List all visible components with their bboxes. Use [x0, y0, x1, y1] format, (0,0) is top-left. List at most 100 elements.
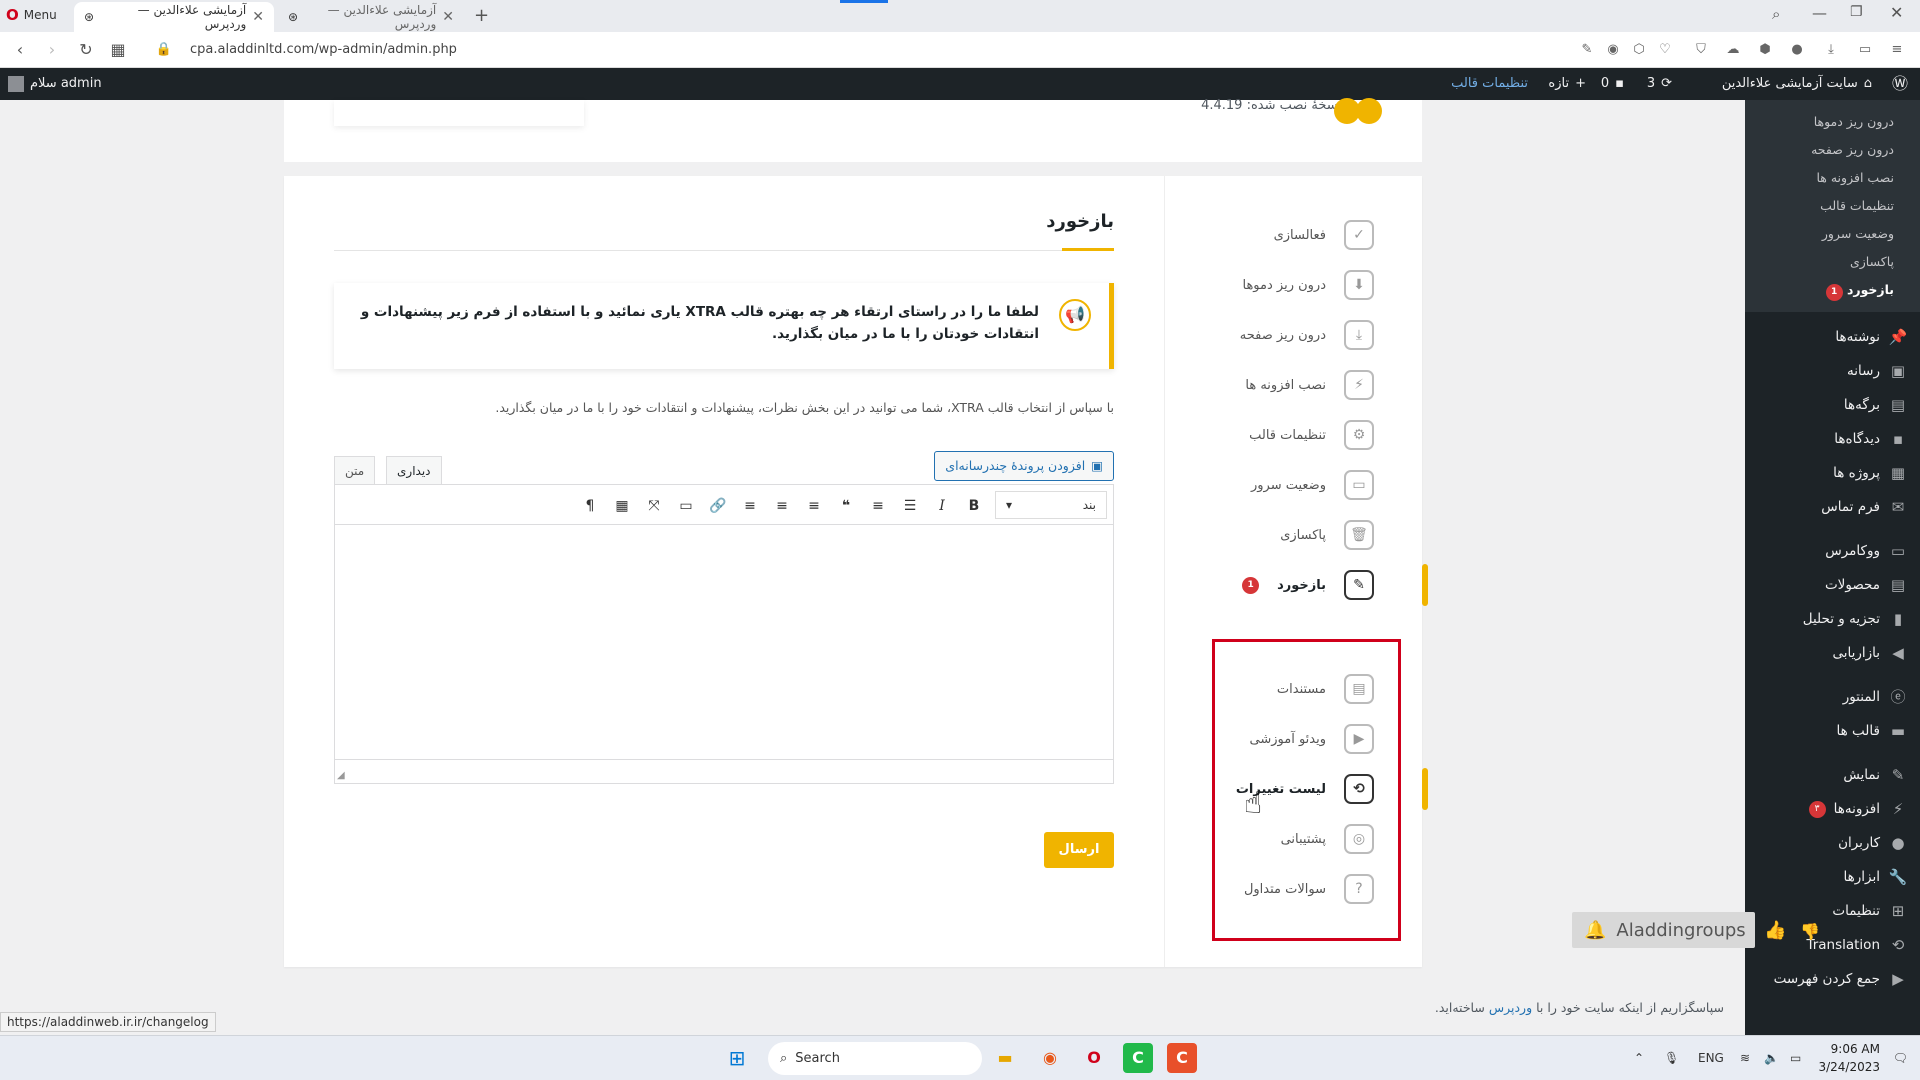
- minimize-icon[interactable]: —: [1812, 4, 1827, 22]
- submenu-item[interactable]: درون ریز صفحه: [1745, 136, 1920, 164]
- wordpress-link[interactable]: وردپرس: [1489, 1000, 1532, 1015]
- menu-products[interactable]: ▤ محصولات: [1745, 568, 1920, 602]
- taskbar-search[interactable]: ⌕ Search: [768, 1042, 982, 1075]
- menu-media[interactable]: ▣ رسانه: [1745, 354, 1920, 388]
- nav-cleanup[interactable]: 🗑 پاکسازی: [1164, 510, 1422, 560]
- vpn-icon[interactable]: ☁: [1724, 41, 1742, 59]
- firefox-icon[interactable]: ◉: [1035, 1043, 1065, 1073]
- forward-icon[interactable]: ›: [42, 40, 62, 60]
- resize-handle-icon[interactable]: ◢: [337, 770, 345, 781]
- bold-icon[interactable]: B: [963, 495, 985, 517]
- bullet-list-icon[interactable]: ☰: [899, 495, 921, 517]
- menu-plugins[interactable]: ⚡ افزونه‌ها ۳: [1745, 792, 1920, 826]
- paragraph-icon[interactable]: ¶: [579, 495, 601, 517]
- volume-icon[interactable]: 🔈: [1764, 1036, 1779, 1080]
- menu-contact[interactable]: ✉ فرم تماس: [1745, 490, 1920, 524]
- menu-posts[interactable]: 📌 نوشته‌ها: [1745, 320, 1920, 354]
- align-center-icon[interactable]: ≡: [771, 495, 793, 517]
- camera-icon[interactable]: ◉: [1604, 41, 1622, 59]
- wp-logo-icon[interactable]: Ⓦ: [1892, 68, 1908, 100]
- italic-icon[interactable]: I: [931, 495, 953, 517]
- menu-templates[interactable]: ▬ قالب ها: [1745, 714, 1920, 748]
- profile-icon[interactable]: ●: [1788, 41, 1806, 59]
- numbered-list-icon[interactable]: ≡: [867, 495, 889, 517]
- nav-demo-importer[interactable]: ⬇ درون ریز دموها: [1164, 260, 1422, 310]
- tab-text[interactable]: متن: [334, 456, 376, 484]
- close-icon[interactable]: ✕: [442, 9, 454, 25]
- battery-icon[interactable]: ▭: [1856, 41, 1874, 59]
- read-more-icon[interactable]: ▭: [675, 495, 697, 517]
- tab-active[interactable]: ⊛ آزمایشی علاءالدین — وردپرس ✕: [74, 2, 274, 32]
- window-close-icon[interactable]: ✕: [1890, 3, 1903, 22]
- new-tab-icon[interactable]: +: [474, 5, 489, 26]
- submenu-item[interactable]: وضعیت سرور: [1745, 220, 1920, 248]
- submenu-item-feedback[interactable]: بازخورد 1: [1745, 276, 1920, 304]
- menu-marketing[interactable]: ◀ بازاریابی: [1745, 636, 1920, 670]
- box-icon[interactable]: ⬢: [1756, 41, 1774, 59]
- menu-tools[interactable]: 🔧 ابزارها: [1745, 860, 1920, 894]
- comments-link[interactable]: ▪ 0: [1601, 68, 1624, 100]
- nav-install-plugins[interactable]: ⚡ نصب افزونه ها: [1164, 360, 1422, 410]
- menu-users[interactable]: ● کاربران: [1745, 826, 1920, 860]
- thumbs-up-icon[interactable]: 👍: [1764, 920, 1786, 941]
- nav-theme-options[interactable]: ⚙ تنظیمات قالب: [1164, 410, 1422, 460]
- windows-start-icon[interactable]: ⊞: [722, 1043, 752, 1073]
- menu-analytics[interactable]: ▮ تجزیه و تحلیل: [1745, 602, 1920, 636]
- menu-appearance[interactable]: ✎ نمایش: [1745, 758, 1920, 792]
- submenu-item[interactable]: تنظیمات قالب: [1745, 192, 1920, 220]
- clock[interactable]: 9:06 AM 3/24/2023: [1790, 1040, 1880, 1076]
- opera-menu-button[interactable]: O Menu: [6, 6, 57, 24]
- language-indicator[interactable]: ENG: [1698, 1036, 1724, 1080]
- submenu-item[interactable]: نصب افزونه ها: [1745, 164, 1920, 192]
- menu-comments[interactable]: ▪ دیدگاه‌ها: [1745, 422, 1920, 456]
- my-account[interactable]: سلام admin: [8, 68, 102, 100]
- nav-page-importer[interactable]: ⤓ درون ریز صفحه: [1164, 310, 1422, 360]
- feedback-editor[interactable]: بند ▾ B I ☰ ≡ ❝ ≡ ≡ ≡ 🔗 ▭ ⤧ ▦ ¶ ◢: [334, 484, 1114, 784]
- submenu-item[interactable]: پاکسازی: [1745, 248, 1920, 276]
- cube-icon[interactable]: ⬡: [1630, 41, 1648, 59]
- notification-toast[interactable]: 🔔 Aladdingroups: [1572, 912, 1755, 948]
- back-icon[interactable]: ‹: [10, 40, 30, 60]
- menu-pages[interactable]: ▤ برگه‌ها: [1745, 388, 1920, 422]
- menu-woocommerce[interactable]: ▭ ووکامرس: [1745, 534, 1920, 568]
- site-name-link[interactable]: ⌂ سایت آزمایشی علاءالدین: [1722, 68, 1872, 100]
- camtasia-green-icon[interactable]: C: [1123, 1043, 1153, 1073]
- link-icon[interactable]: 🔗: [707, 495, 729, 517]
- wifi-icon[interactable]: ≋: [1740, 1036, 1750, 1080]
- opera-taskbar-icon[interactable]: O: [1079, 1043, 1109, 1073]
- nav-feedback[interactable]: ✎ بازخورد 1: [1164, 560, 1422, 610]
- reload-icon[interactable]: ↻: [76, 40, 96, 60]
- close-icon[interactable]: ✕: [252, 9, 264, 25]
- speed-dial-icon[interactable]: ▦: [108, 40, 128, 60]
- send-icon[interactable]: ✎: [1578, 41, 1596, 59]
- menu-projects[interactable]: ▦ پروژه ها: [1745, 456, 1920, 490]
- thumbs-down-icon[interactable]: 👎: [1800, 922, 1820, 941]
- fullscreen-icon[interactable]: ⤧: [643, 495, 665, 517]
- tab-inactive[interactable]: ⊛ آزمایشی علاءالدین — وردپرس ✕: [278, 2, 464, 32]
- blockquote-icon[interactable]: ❝: [835, 495, 857, 517]
- notification-icon[interactable]: 🗨: [1893, 1036, 1908, 1080]
- format-select[interactable]: بند ▾: [995, 491, 1107, 519]
- heart-icon[interactable]: ♡: [1656, 41, 1674, 59]
- microphone-icon[interactable]: 🎙: [1664, 1036, 1679, 1080]
- tray-overflow-icon[interactable]: ⌃: [1634, 1036, 1644, 1080]
- toolbar-toggle-icon[interactable]: ▦: [611, 495, 633, 517]
- theme-settings-link[interactable]: تنظیمات قالب: [1451, 68, 1528, 100]
- url-field[interactable]: cpa.aladdinltd.com/wp-admin/admin.php: [190, 42, 457, 57]
- menu-collapse[interactable]: ▶ جمع کردن فهرست: [1745, 962, 1920, 996]
- new-content-link[interactable]: + تازه: [1548, 68, 1586, 100]
- download-icon[interactable]: ⤓: [1822, 41, 1840, 59]
- updates-link[interactable]: ⟳ 3: [1647, 68, 1672, 100]
- tab-visual[interactable]: دیداری: [386, 456, 442, 484]
- align-left-icon[interactable]: ≡: [803, 495, 825, 517]
- add-media-button[interactable]: ▣ افزودن پروندهٔ چندرسانه‌ای: [934, 451, 1114, 481]
- nav-server-status[interactable]: ▭ وضعیت سرور: [1164, 460, 1422, 510]
- nav-activation[interactable]: ✓ فعالسازی: [1164, 210, 1422, 260]
- restore-icon[interactable]: ❐: [1850, 4, 1863, 20]
- menu-elementor[interactable]: ⓔ المنتور: [1745, 680, 1920, 714]
- shield-icon[interactable]: ⛉: [1692, 41, 1710, 59]
- camtasia-red-icon[interactable]: C: [1167, 1043, 1197, 1073]
- file-explorer-icon[interactable]: ▬: [990, 1043, 1020, 1073]
- align-right-icon[interactable]: ≡: [739, 495, 761, 517]
- submenu-item[interactable]: درون ریز دموها: [1745, 108, 1920, 136]
